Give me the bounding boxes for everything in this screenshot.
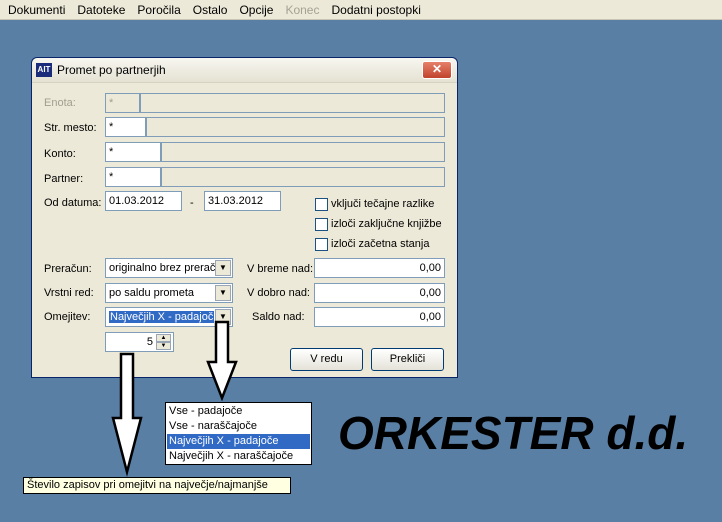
tooltip: Število zapisov pri omejitvi na največje…: [23, 477, 291, 494]
omejitev-dropdown-list: Vse - padajoče Vse - naraščajoče Največj…: [165, 402, 312, 465]
dropdown-option[interactable]: Največjih X - naraščajoče: [167, 449, 310, 464]
brand-text: ORKESTER d.d.: [338, 407, 689, 459]
dropdown-option[interactable]: Vse - naraščajoče: [167, 419, 310, 434]
arrow-to-dropdown: [206, 320, 238, 402]
dropdown-option[interactable]: Vse - padajoče: [167, 404, 310, 419]
dropdown-option-selected[interactable]: Največjih X - padajoče: [167, 434, 310, 449]
arrow-to-spinner: [111, 352, 143, 477]
